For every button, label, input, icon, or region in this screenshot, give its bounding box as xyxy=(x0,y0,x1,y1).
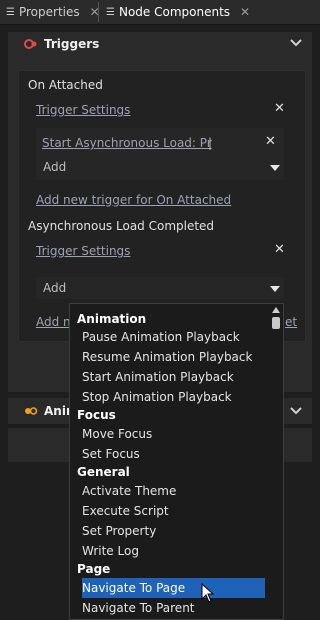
option-start-animation-playback[interactable]: Start Animation Playback xyxy=(82,370,234,384)
add-action-dropdown[interactable]: Add xyxy=(36,156,284,178)
group-animation: Animation xyxy=(77,312,147,326)
triggers-title: Triggers xyxy=(44,37,100,51)
add-new-trigger-link-2-tail[interactable]: et xyxy=(285,315,297,329)
add-placeholder: Add xyxy=(43,160,67,174)
tab-properties[interactable]: ☰ Properties ✕ xyxy=(6,0,100,24)
trigger-icon xyxy=(24,39,37,49)
close-icon[interactable]: ✕ xyxy=(240,5,250,19)
start-async-load-link[interactable]: Start Asynchronous Load: Pr xyxy=(42,136,212,150)
remove-trigger-icon-2[interactable]: ✕ xyxy=(274,242,285,257)
group-page: Page xyxy=(77,562,111,576)
caret-down-icon xyxy=(270,165,280,171)
add-new-trigger-link[interactable]: Add new trigger for On Attached xyxy=(36,193,231,207)
option-execute-script[interactable]: Execute Script xyxy=(82,504,169,518)
tab-properties-label: Properties xyxy=(18,5,80,19)
option-set-focus[interactable]: Set Focus xyxy=(82,447,140,461)
remove-trigger-icon[interactable]: ✕ xyxy=(274,101,285,116)
scroll-up-icon[interactable] xyxy=(272,307,280,313)
add-new-trigger-link-2[interactable]: Add n xyxy=(36,315,71,329)
group-general: General xyxy=(77,465,130,479)
mouse-pointer-icon xyxy=(201,583,215,603)
node-components-icon: ☰ xyxy=(106,6,115,18)
on-attached-label: On Attached xyxy=(28,78,103,92)
option-stop-animation-playback[interactable]: Stop Animation Playback xyxy=(82,390,232,404)
tab-bar: ☰ Properties ✕ ☰ Node Components ✕ xyxy=(0,0,320,25)
option-move-focus[interactable]: Move Focus xyxy=(82,427,152,441)
triggers-header[interactable]: Triggers xyxy=(24,37,99,51)
option-navigate-to-parent[interactable]: Navigate To Parent xyxy=(82,601,195,615)
chevron-down-icon[interactable] xyxy=(290,406,302,416)
text-cursor-icon: | xyxy=(208,136,213,150)
async-load-completed-label: Asynchronous Load Completed xyxy=(28,219,215,233)
option-pause-animation-playback[interactable]: Pause Animation Playback xyxy=(82,330,240,344)
tab-node-components[interactable]: ☰ Node Components ✕ xyxy=(106,0,250,24)
tab-node-components-label: Node Components xyxy=(118,5,231,19)
caret-down-icon-2 xyxy=(270,286,280,292)
dropdown-scrollbar[interactable] xyxy=(272,307,280,615)
trigger-settings-link-2[interactable]: Trigger Settings xyxy=(36,244,130,258)
scrollbar-thumb[interactable] xyxy=(272,317,280,329)
add-placeholder-2: Add xyxy=(43,281,67,295)
action-dropdown-list: Animation Pause Animation Playback Resum… xyxy=(69,303,284,620)
animation-icon xyxy=(25,407,38,415)
properties-icon: ☰ xyxy=(6,6,15,18)
option-resume-animation-playback[interactable]: Resume Animation Playback xyxy=(82,350,252,364)
tab-separator xyxy=(98,2,99,22)
option-set-property[interactable]: Set Property xyxy=(82,524,156,538)
option-activate-theme[interactable]: Activate Theme xyxy=(82,484,176,498)
remove-action-icon[interactable]: ✕ xyxy=(265,134,276,149)
chevron-down-icon[interactable] xyxy=(290,38,302,48)
group-focus: Focus xyxy=(77,408,116,422)
add-action-dropdown-2[interactable]: Add xyxy=(36,277,284,299)
option-write-log[interactable]: Write Log xyxy=(82,544,139,558)
option-navigate-to-page[interactable]: Navigate To Page xyxy=(82,581,185,595)
trigger-settings-link[interactable]: Trigger Settings xyxy=(36,103,130,117)
